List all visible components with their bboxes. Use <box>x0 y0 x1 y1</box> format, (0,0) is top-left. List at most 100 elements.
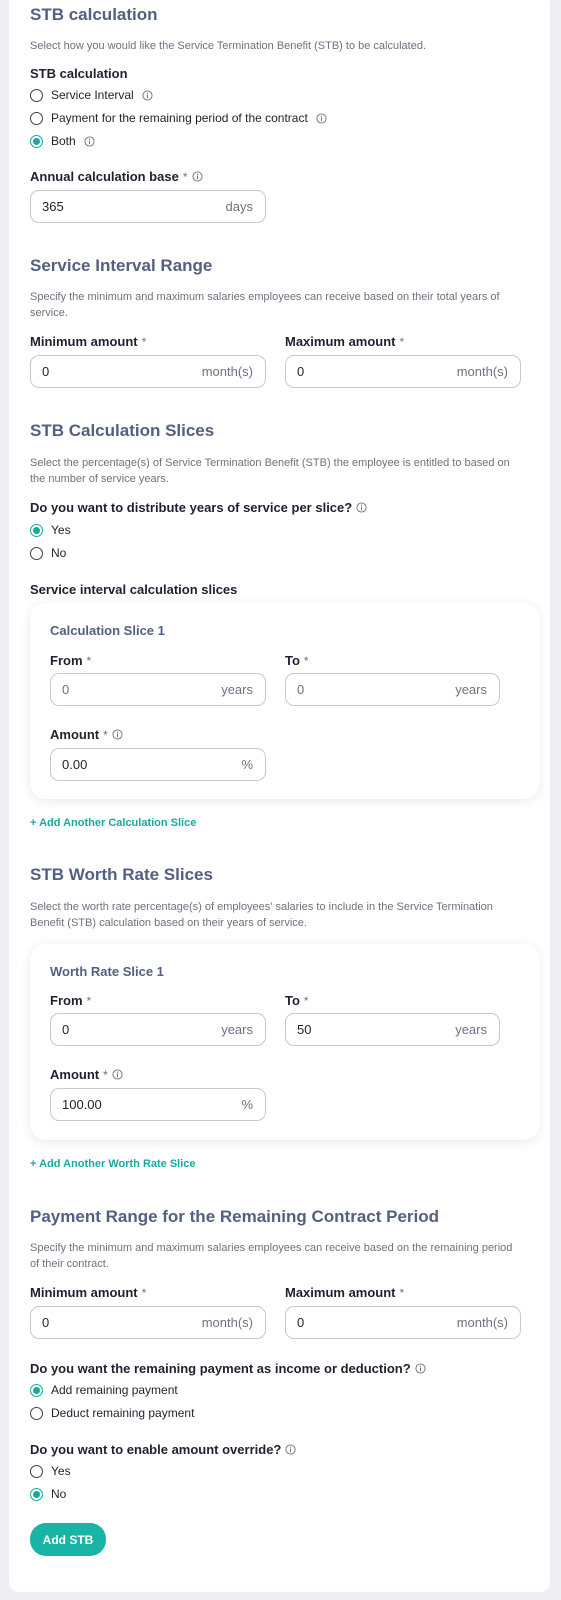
radio-label: Yes <box>51 1464 71 1478</box>
remaining-description: Specify the minimum and maximum salaries… <box>30 1242 513 1270</box>
payment-type-label: Do you want the remaining payment as inc… <box>30 1361 426 1376</box>
input-unit: % <box>241 757 253 772</box>
radio-circle[interactable] <box>30 1464 43 1478</box>
radio-add-remaining[interactable]: Add remaining payment <box>30 1383 178 1397</box>
radio-remaining-period[interactable]: Payment for the remaining period of the … <box>30 111 327 125</box>
override-label: Do you want to enable amount override? <box>30 1442 296 1457</box>
radio-label: Yes <box>51 523 71 537</box>
required-asterisk: * <box>103 1067 108 1082</box>
radio-label: Add remaining payment <box>51 1383 178 1397</box>
stb-section-title: STB calculation <box>30 5 158 24</box>
input-unit: month(s) <box>456 364 508 379</box>
input-unit: days <box>225 199 253 214</box>
info-icon[interactable] <box>415 1363 426 1374</box>
radio-circle-selected[interactable] <box>30 523 43 537</box>
remaining-title: Payment Range for the Remaining Contract… <box>30 1207 440 1226</box>
radio-label: Both <box>51 134 76 148</box>
radio-label: Payment for the remaining period of the … <box>51 111 308 125</box>
cs-amount-label: Amount * <box>50 727 123 742</box>
radio-distribute-no[interactable]: No <box>30 546 66 560</box>
wr-to-label: To * <box>285 993 309 1008</box>
radio-circle[interactable] <box>30 88 43 102</box>
add-worth-rate-slice-link[interactable]: + Add Another Worth Rate Slice <box>30 1158 196 1170</box>
radio-distribute-yes[interactable]: Yes <box>30 523 71 537</box>
input-value: 0 <box>62 682 70 697</box>
required-asterisk: * <box>303 653 309 668</box>
input-value: 50 <box>297 1022 312 1037</box>
calc-slices-title: STB Calculation Slices <box>30 421 215 440</box>
input-unit: years <box>455 682 487 697</box>
radio-override-no[interactable]: No <box>30 1487 66 1501</box>
add-calculation-slice-link[interactable]: + Add Another Calculation Slice <box>30 817 196 829</box>
radio-label: Deduct remaining payment <box>51 1406 195 1420</box>
info-icon[interactable] <box>112 1069 123 1080</box>
radio-override-yes[interactable]: Yes <box>30 1464 71 1478</box>
radio-circle-selected[interactable] <box>30 134 43 148</box>
required-asterisk: * <box>141 334 147 349</box>
info-icon[interactable] <box>285 1444 296 1455</box>
radio-label: Service Interval <box>51 88 134 102</box>
calculation-slice-title: Calculation Slice 1 <box>50 623 165 638</box>
info-icon[interactable] <box>112 729 123 740</box>
cs-from-label: From * <box>50 653 92 668</box>
required-asterisk: * <box>399 334 405 349</box>
si-max-label: Maximum amount * <box>285 334 405 349</box>
info-icon[interactable] <box>191 171 203 182</box>
radio-service-interval[interactable]: Service Interval <box>30 88 153 102</box>
input-unit: years <box>455 1022 487 1037</box>
input-unit: years <box>221 682 253 697</box>
cs-amount-input[interactable]: 0.00 % <box>50 748 266 781</box>
input-value: 0 <box>297 364 305 379</box>
rp-max-input[interactable]: 0 month(s) <box>285 1306 521 1339</box>
required-asterisk: * <box>303 993 309 1008</box>
radio-circle-selected[interactable] <box>30 1383 43 1397</box>
si-min-input[interactable]: 0 month(s) <box>30 355 266 388</box>
required-asterisk: * <box>86 993 92 1008</box>
input-value: 0 <box>42 364 50 379</box>
required-asterisk: * <box>103 727 108 742</box>
distribute-label: Do you want to distribute years of servi… <box>30 500 367 515</box>
info-icon[interactable] <box>84 135 95 147</box>
wr-from-label: From * <box>50 993 92 1008</box>
input-unit: month(s) <box>201 1315 253 1330</box>
radio-deduct-remaining[interactable]: Deduct remaining payment <box>30 1406 194 1420</box>
radio-both[interactable]: Both <box>30 134 95 148</box>
rp-max-label: Maximum amount * <box>285 1285 405 1300</box>
wr-amount-label: Amount * <box>50 1067 123 1082</box>
radio-circle[interactable] <box>30 1406 43 1420</box>
worth-slices-title: STB Worth Rate Slices <box>30 865 213 884</box>
cs-from-input[interactable]: 0 years <box>50 673 266 706</box>
si-max-input[interactable]: 0 month(s) <box>285 355 521 388</box>
add-stb-button[interactable]: Add STB <box>30 1523 106 1556</box>
input-value: 0 <box>42 1315 50 1330</box>
si-min-label: Minimum amount * <box>30 334 147 349</box>
annual-base-input[interactable]: 365 days <box>30 190 266 223</box>
info-icon[interactable] <box>356 502 367 513</box>
info-icon[interactable] <box>142 89 153 101</box>
wr-from-input[interactable]: 0 years <box>50 1013 266 1046</box>
radio-circle[interactable] <box>30 546 43 560</box>
annual-base-label: Annual calculation base * <box>30 169 203 184</box>
input-unit: % <box>241 1097 253 1112</box>
calc-slices-list-label: Service interval calculation slices <box>30 582 238 597</box>
input-value: 0 <box>297 1315 305 1330</box>
radio-label: No <box>51 546 67 560</box>
calc-slices-description: Select the percentage(s) of Service Term… <box>30 457 510 485</box>
info-icon[interactable] <box>316 112 327 124</box>
required-asterisk: * <box>86 653 92 668</box>
input-value: 0 <box>62 1022 70 1037</box>
wr-amount-input[interactable]: 100.00 % <box>50 1088 266 1121</box>
wr-to-input[interactable]: 50 years <box>285 1013 500 1046</box>
stb-method-label: STB calculation <box>30 66 128 81</box>
input-value: 100.00 <box>62 1097 102 1112</box>
required-asterisk: * <box>399 1285 405 1300</box>
input-value: 365 <box>42 199 64 214</box>
rp-min-input[interactable]: 0 month(s) <box>30 1306 266 1339</box>
worth-slices-description: Select the worth rate percentage(s) of e… <box>30 901 493 929</box>
input-value: 0.00 <box>62 757 88 772</box>
required-asterisk: * <box>182 169 188 184</box>
radio-circle[interactable] <box>30 111 43 125</box>
radio-circle-selected[interactable] <box>30 1487 43 1501</box>
cs-to-input[interactable]: 0 years <box>285 673 500 706</box>
service-interval-title: Service Interval Range <box>30 256 213 275</box>
